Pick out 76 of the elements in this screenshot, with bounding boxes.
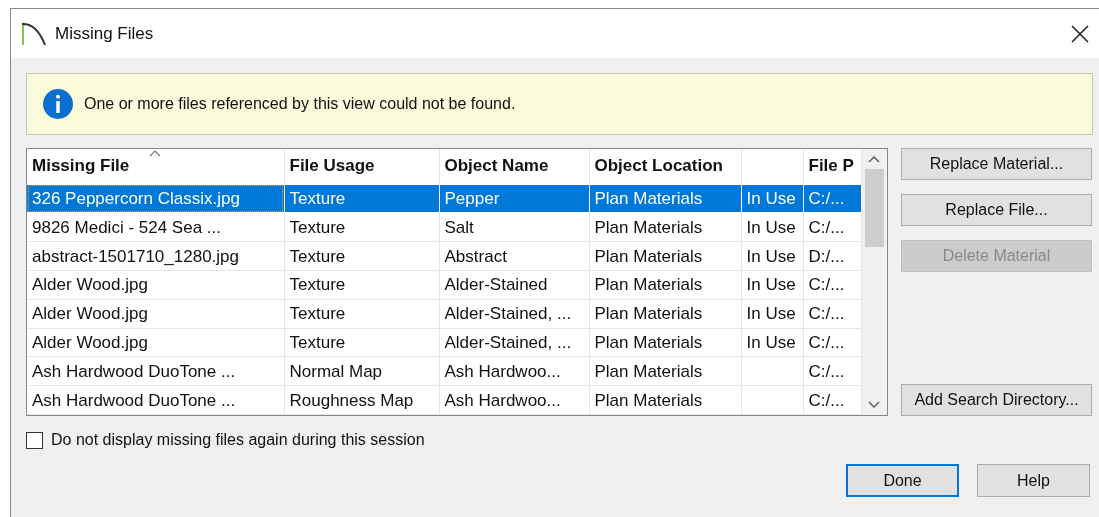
scroll-up-icon[interactable] — [868, 155, 881, 163]
table-cell: In Use — [746, 246, 796, 266]
window-title: Missing Files — [55, 23, 154, 44]
dialog-button[interactable]: Done — [846, 464, 959, 497]
column-title: File P — [808, 156, 854, 176]
table-row[interactable]: Alder Wood.jpg Texture Alder-Stained Plan Materials In Use C:/... — [27, 270, 861, 300]
column-title: Missing File — [32, 156, 130, 176]
scroll-thumb[interactable] — [864, 169, 884, 247]
table-cell: Plan Materials — [594, 188, 703, 208]
table-cell: Texture — [289, 332, 346, 352]
table-cell: Ash Hardwood DuoTone ... — [32, 390, 236, 410]
table-cell: C:/... — [808, 188, 845, 208]
table-cell: In Use — [746, 275, 796, 295]
side-button[interactable]: Add Search Directory... — [901, 384, 1092, 416]
table-cell: Plan Materials — [594, 390, 703, 410]
table-cell: Plan Materials — [594, 246, 703, 266]
table-row[interactable]: Alder Wood.jpg Texture Alder-Stained, ... Plan Materials In Use C:/... — [27, 328, 861, 357]
checkbox[interactable] — [26, 431, 43, 449]
table-cell: Plan Materials — [594, 217, 703, 237]
side-button[interactable]: Replace Material... — [901, 148, 1092, 180]
table-cell: Alder Wood.jpg — [32, 275, 148, 295]
table-cell: C:/... — [808, 361, 845, 381]
table-cell: Texture — [289, 217, 346, 237]
table-cell: Plan Materials — [594, 361, 703, 381]
table-cell: Plan Materials — [594, 304, 703, 324]
table-cell: In Use — [746, 332, 796, 352]
table-cell: Pepper — [444, 188, 500, 208]
table-cell: D:/... — [808, 246, 845, 266]
table-cell: Plan Materials — [594, 275, 703, 295]
table-cell: Salt — [444, 217, 474, 237]
table-cell: Alder Wood.jpg — [32, 304, 148, 324]
table-cell: Alder Wood.jpg — [32, 332, 148, 352]
table-cell: In Use — [746, 188, 796, 208]
table-cell: C:/... — [808, 217, 845, 237]
table-row[interactable]: abstract-1501710_1280.jpg Texture Abstract Plan Materials In Use D:/... — [27, 241, 861, 271]
table-cell: Ash Hardwood DuoTone ... — [32, 361, 236, 381]
close-icon[interactable] — [1071, 24, 1089, 43]
side-button[interactable]: Replace File... — [901, 194, 1092, 226]
table-cell: Texture — [289, 246, 346, 266]
table-cell: Texture — [289, 188, 346, 208]
column-title: Object Name — [444, 156, 549, 176]
table-cell: Texture — [289, 304, 346, 324]
table-cell: Normal Map — [289, 361, 383, 381]
arc-logo-icon — [21, 20, 47, 47]
table-cell: Abstract — [444, 246, 507, 266]
table-cell: Plan Materials — [594, 332, 703, 352]
column-title: File Usage — [289, 156, 375, 176]
table-cell: In Use — [746, 217, 796, 237]
table-row[interactable]: Ash Hardwood DuoTone ... Roughness Map Ash Hardwoo... Plan Materials C:/... — [27, 385, 861, 415]
table-row[interactable]: Ash Hardwood DuoTone ... Normal Map Ash Hardwoo... Plan Materials C:/... — [27, 356, 861, 386]
table-cell: C:/... — [808, 390, 845, 410]
table-cell: Alder-Stained, ... — [444, 304, 572, 324]
table-row[interactable]: Alder Wood.jpg Texture Alder-Stained, ... Plan Materials In Use C:/... — [27, 299, 861, 329]
checkbox-label: Do not display missing files again during this session — [51, 431, 425, 449]
table-cell: In Use — [746, 304, 796, 324]
table-cell: Texture — [289, 275, 346, 295]
table-cell: 9826 Medici - 524 Sea ... — [32, 217, 221, 237]
column-title: Object Location — [594, 156, 723, 176]
table-cell: Ash Hardwoo... — [444, 361, 561, 381]
table-cell: C:/... — [808, 332, 845, 352]
table-row[interactable]: 326 Peppercorn Classix.jpg Texture Pepper Plan Materials In Use C:/... — [27, 184, 861, 213]
sort-caret-icon — [149, 150, 162, 157]
scrollbar[interactable] — [861, 149, 887, 415]
table-cell: Ash Hardwoo... — [444, 390, 561, 410]
table-row[interactable]: 9826 Medici - 524 Sea ... Texture Salt Plan Materials In Use C:/... — [27, 212, 861, 242]
table-cell: Alder-Stained, ... — [444, 332, 572, 352]
scroll-down-icon[interactable] — [868, 401, 881, 409]
table-cell: C:/... — [808, 304, 845, 324]
table-cell: Alder-Stained — [444, 275, 548, 295]
table-cell: Roughness Map — [289, 390, 414, 410]
info-icon — [42, 88, 74, 120]
info-message: One or more files referenced by this view could not be found. — [84, 95, 516, 113]
table-cell: abstract-1501710_1280.jpg — [32, 246, 239, 266]
table-cell: 326 Peppercorn Classix.jpg — [32, 188, 240, 208]
dialog-button[interactable]: Help — [977, 464, 1090, 497]
table-cell: C:/... — [808, 275, 845, 295]
